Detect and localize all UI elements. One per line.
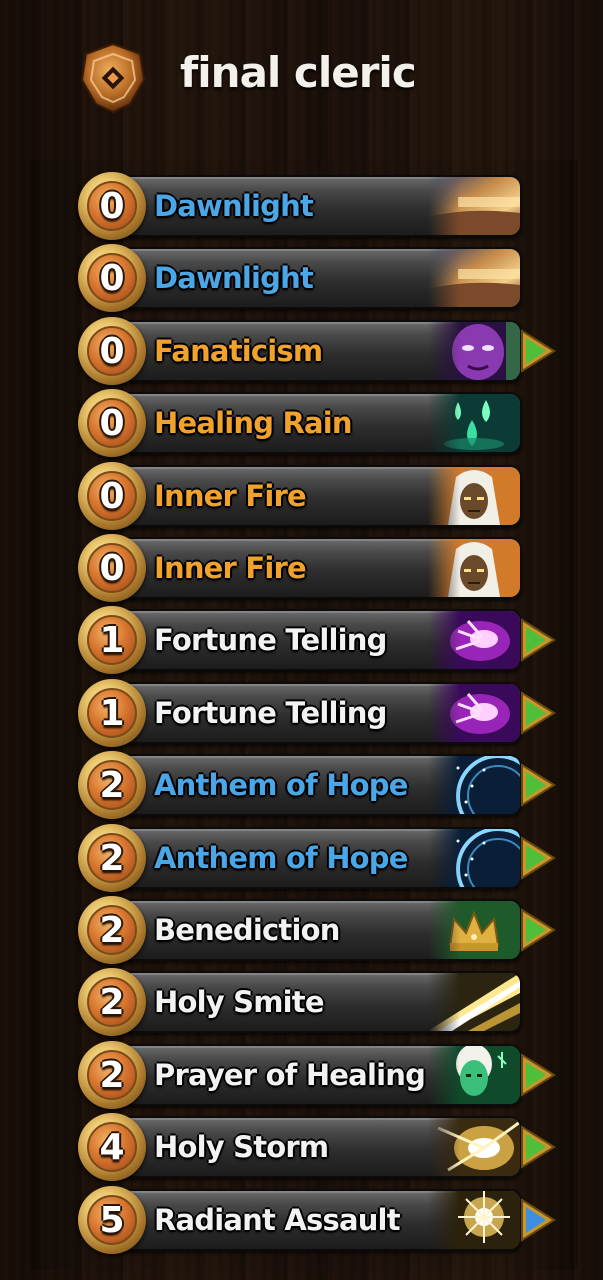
mana-cost: 2 [99, 764, 125, 806]
deck-title: final cleric [180, 48, 417, 97]
card-name: Fortune Telling [154, 623, 387, 657]
green-arrow-marker-icon [520, 691, 556, 735]
green-priestess-art [428, 1046, 520, 1104]
card-name: Fortune Telling [154, 696, 387, 730]
mana-cost: 4 [99, 1126, 125, 1168]
card-name: Fanaticism [154, 334, 323, 368]
card-name: Healing Rain [154, 406, 353, 440]
card-row[interactable]: 2 Holy Smite [78, 968, 556, 1036]
card-row[interactable]: 0 Dawnlight [78, 172, 556, 240]
shield-crest-icon[interactable] [78, 42, 148, 114]
card-row[interactable]: 2 Anthem of Hope [78, 824, 556, 892]
deck-header: final cleric [0, 0, 603, 160]
mana-cost: 0 [99, 330, 125, 372]
mana-cost: 0 [99, 547, 125, 589]
card-row[interactable]: 1 Fortune Telling [78, 606, 556, 674]
radiant-explosion-art [428, 1191, 520, 1249]
card-name: Anthem of Hope [154, 841, 408, 875]
mana-cost: 2 [99, 837, 125, 879]
mana-cost: 5 [99, 1199, 125, 1241]
hooded-priest-art [428, 539, 520, 597]
card-name: Holy Smite [154, 985, 325, 1019]
starry-rune-circle-art [428, 756, 520, 814]
purple-magic-hand-art [428, 684, 520, 742]
mana-cost: 2 [99, 1054, 125, 1096]
card-name: Dawnlight [154, 261, 314, 295]
hooded-priest-art [428, 467, 520, 525]
mana-cost: 2 [99, 909, 125, 951]
card-name: Holy Storm [154, 1130, 329, 1164]
golden-crown-art [428, 901, 520, 959]
mana-cost: 0 [99, 475, 125, 517]
card-name: Benediction [154, 913, 340, 947]
mana-cost: 0 [99, 257, 125, 299]
card-name: Inner Fire [154, 551, 307, 585]
card-row[interactable]: 2 Benediction [78, 896, 556, 964]
green-droplets-art [428, 394, 520, 452]
green-arrow-marker-icon [520, 329, 556, 373]
dawn-sky-art [428, 249, 520, 307]
card-row[interactable]: 2 Prayer of Healing [78, 1041, 556, 1109]
card-row[interactable]: 1 Fortune Telling [78, 679, 556, 747]
card-name: Radiant Assault [154, 1203, 401, 1237]
green-arrow-marker-icon [520, 908, 556, 952]
holy-light-burst-art [428, 1118, 520, 1176]
card-name: Dawnlight [154, 189, 314, 223]
card-row[interactable]: 4 Holy Storm [78, 1113, 556, 1181]
card-name: Anthem of Hope [154, 768, 408, 802]
card-name: Prayer of Healing [154, 1058, 426, 1092]
green-arrow-marker-icon [520, 763, 556, 807]
purple-magic-hand-art [428, 611, 520, 669]
card-row[interactable]: 0 Inner Fire [78, 462, 556, 530]
starry-rune-circle-art [428, 829, 520, 887]
card-row[interactable]: 0 Dawnlight [78, 244, 556, 312]
mana-cost: 0 [99, 185, 125, 227]
mana-cost: 0 [99, 402, 125, 444]
purple-demon-face-art [428, 322, 520, 380]
mana-cost: 1 [99, 619, 125, 661]
card-row[interactable]: 0 Fanaticism [78, 317, 556, 385]
card-row[interactable]: 2 Anthem of Hope [78, 751, 556, 819]
green-arrow-marker-icon [520, 618, 556, 662]
mana-cost: 2 [99, 981, 125, 1023]
holy-light-beam-art [428, 973, 520, 1031]
green-arrow-marker-icon [520, 836, 556, 880]
blue-arrow-marker-icon [520, 1198, 556, 1242]
card-name: Inner Fire [154, 479, 307, 513]
card-row[interactable]: 0 Inner Fire [78, 534, 556, 602]
green-arrow-marker-icon [520, 1053, 556, 1097]
card-row[interactable]: 5 Radiant Assault [78, 1186, 556, 1254]
mana-cost: 1 [99, 692, 125, 734]
green-arrow-marker-icon [520, 1125, 556, 1169]
card-row[interactable]: 0 Healing Rain [78, 389, 556, 457]
dawn-sky-art [428, 177, 520, 235]
